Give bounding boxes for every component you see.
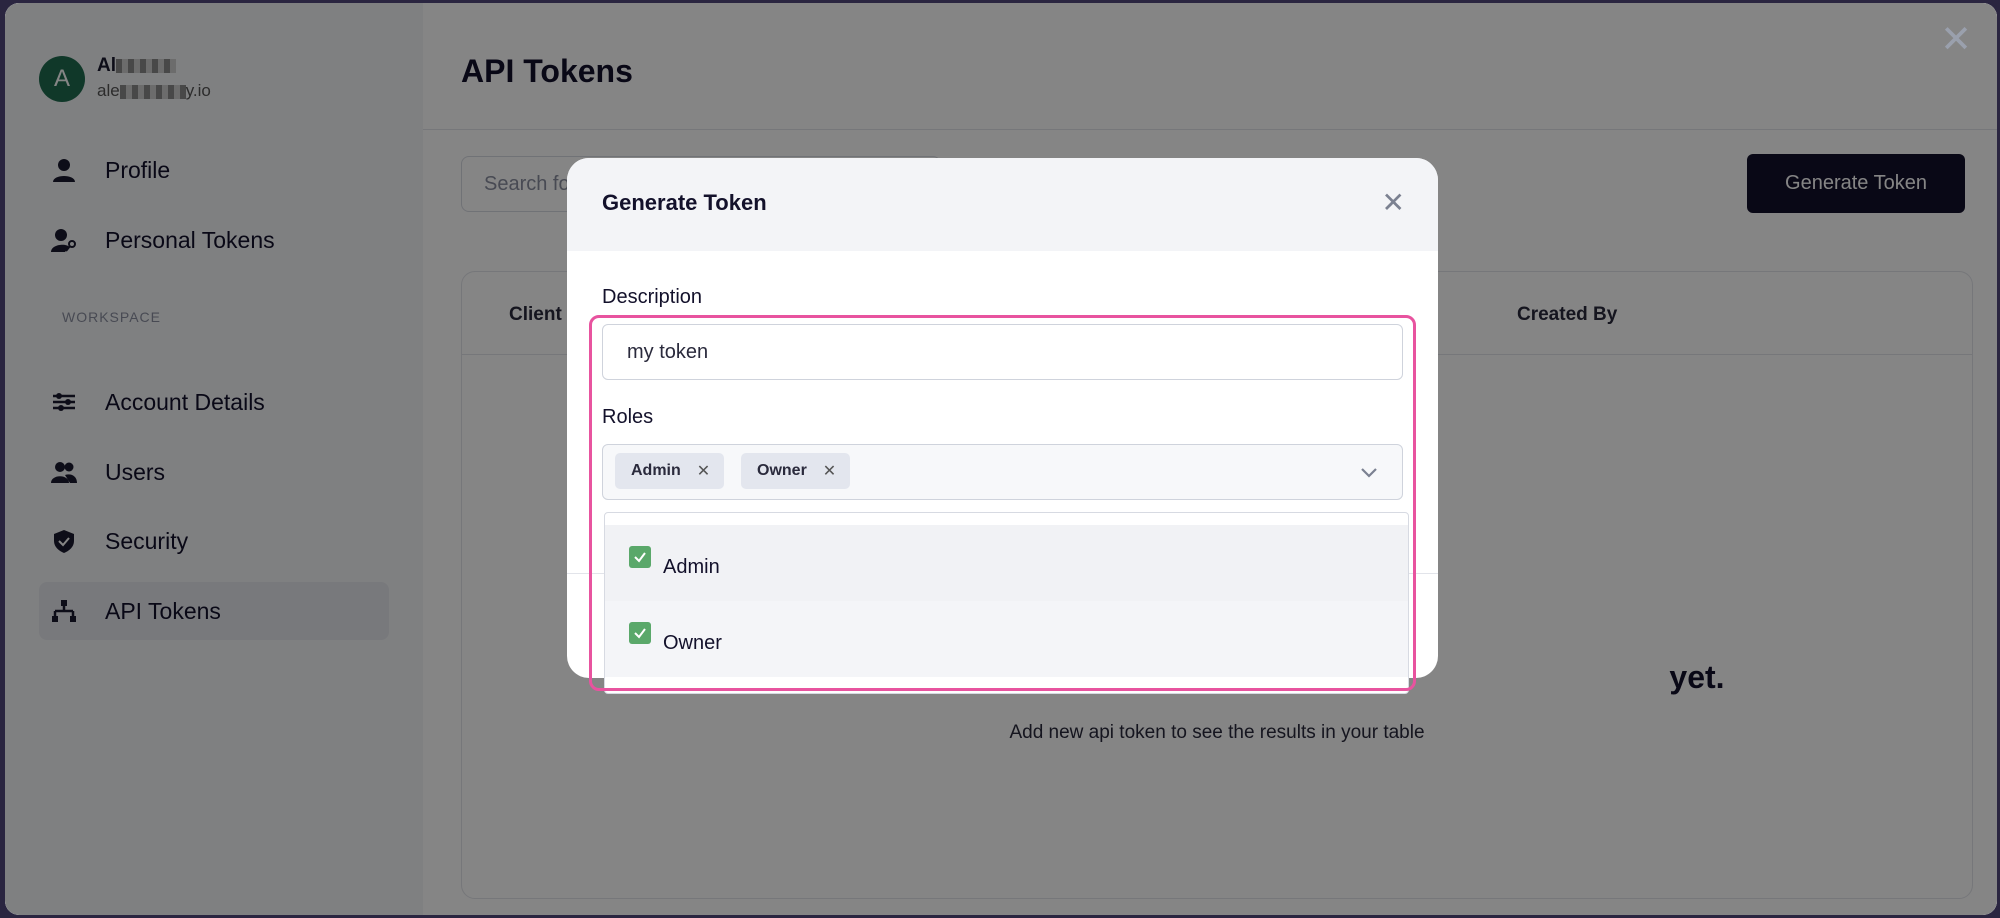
modal-title: Generate Token: [602, 190, 767, 215]
annotation-highlight: [589, 315, 1416, 691]
close-icon[interactable]: ✕: [1382, 186, 1405, 219]
modal-header: Generate Token ✕: [567, 158, 1438, 251]
close-icon[interactable]: ✕: [1940, 21, 1972, 59]
description-label: Description: [602, 286, 703, 308]
